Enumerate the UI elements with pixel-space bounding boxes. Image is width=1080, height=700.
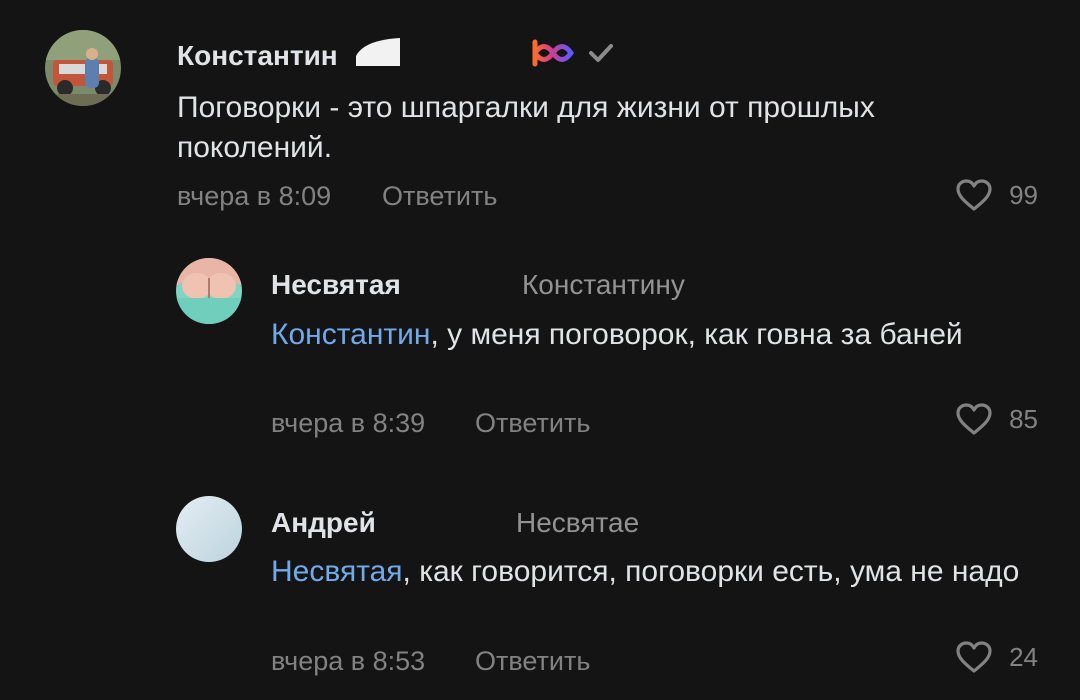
comment-time: вчера в 8:39 bbox=[271, 408, 426, 438]
mention-link[interactable]: Константин bbox=[271, 318, 430, 351]
avatar[interactable] bbox=[176, 496, 242, 562]
ribbon-badge-icon bbox=[356, 38, 400, 66]
reply-button[interactable]: Ответить bbox=[475, 646, 590, 677]
avatar[interactable] bbox=[45, 30, 121, 106]
like-count: 85 bbox=[1009, 403, 1038, 434]
comment-reply: Андрей Несвятае Несвятая, как говорится,… bbox=[0, 470, 1080, 700]
author-name[interactable]: Андрей bbox=[271, 507, 376, 539]
comment-body: , у меня поговорок, как говна за баней bbox=[430, 318, 963, 351]
avatar[interactable] bbox=[176, 258, 242, 324]
author-name[interactable]: Константин bbox=[177, 40, 338, 72]
comment-text: Константин, у меня поговорок, как говна … bbox=[271, 315, 1071, 355]
comment-reply: Несвятая Константину Константин, у меня … bbox=[0, 240, 1080, 470]
reply-button[interactable]: Ответить bbox=[475, 408, 590, 439]
avatar-photo-icon bbox=[176, 496, 242, 562]
like-button[interactable]: 85 bbox=[955, 402, 1038, 436]
avatar-photo-icon bbox=[45, 30, 121, 106]
reply-to-name[interactable]: Несвятае bbox=[516, 507, 639, 539]
like-count: 99 bbox=[1009, 179, 1038, 210]
comment-time: вчера в 8:53 bbox=[271, 646, 426, 676]
heart-icon bbox=[956, 403, 992, 435]
like-count: 24 bbox=[1009, 641, 1038, 672]
comment-text: Несвятая, как говорится, поговорки есть,… bbox=[271, 552, 1071, 592]
reply-to-name[interactable]: Константину bbox=[522, 269, 685, 301]
comment: Константин Поговорки - это шпаргалки для… bbox=[0, 0, 1080, 240]
like-button[interactable]: 99 bbox=[955, 178, 1038, 212]
like-button[interactable]: 24 bbox=[955, 640, 1038, 674]
comment-time: вчера в 8:09 bbox=[177, 181, 332, 211]
comment-text: Поговорки - это шпаргалки для жизни от п… bbox=[177, 91, 875, 164]
author-name[interactable]: Несвятая bbox=[271, 269, 401, 301]
comments-thread: Константин Поговорки - это шпаргалки для… bbox=[0, 0, 1080, 700]
heart-icon bbox=[956, 641, 992, 673]
verified-check-icon bbox=[589, 44, 613, 62]
infinity-badge-icon bbox=[532, 39, 574, 67]
avatar-photo-icon bbox=[176, 258, 242, 324]
heart-icon bbox=[956, 179, 992, 211]
comment-body: , как говорится, поговорки есть, ума не … bbox=[402, 555, 1020, 588]
reply-button[interactable]: Ответить bbox=[382, 181, 497, 212]
mention-link[interactable]: Несвятая bbox=[271, 555, 403, 588]
